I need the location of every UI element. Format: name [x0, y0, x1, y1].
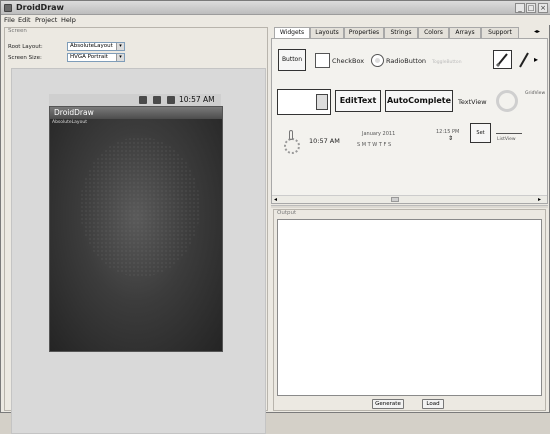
right-panel: Widgets Layouts Properties Strings Color… — [271, 27, 548, 411]
widget-edittext[interactable]: EditText — [335, 90, 381, 112]
screen-size-label: Screen Size: — [8, 55, 42, 61]
tab-bar: Widgets Layouts Properties Strings Color… — [271, 27, 548, 39]
screen-size-select[interactable]: HVGA Portrait ▾ — [67, 53, 125, 62]
widget-datepicker-month[interactable]: January 2011 — [362, 131, 395, 137]
thermometer-icon — [289, 130, 293, 140]
widget-radiobutton-circle[interactable] — [371, 54, 384, 67]
widget-set-button[interactable]: Set — [470, 123, 491, 143]
menu-file[interactable]: File — [4, 16, 15, 24]
tab-support[interactable]: Support — [481, 27, 519, 38]
tab-arrays[interactable]: Arrays — [449, 27, 481, 38]
battery-icon — [167, 96, 175, 104]
widget-digital-clock[interactable]: 10:57 AM — [309, 137, 340, 145]
scroll-right-icon[interactable]: ▸ — [538, 196, 541, 203]
device-app-title: DroidDraw — [50, 107, 222, 119]
device-clock: 10:57 AM — [179, 95, 215, 104]
output-group-title: Output — [277, 210, 297, 216]
widgets-palette: Button CheckBox RadioButton ToggleButton… — [271, 38, 548, 204]
spinner-arrow-icon — [316, 94, 328, 110]
splitter-handle[interactable] — [271, 205, 548, 208]
background-pattern — [80, 137, 200, 277]
menu-edit[interactable]: Edit — [18, 16, 31, 24]
title-bar: DroidDraw _ □ × — [1, 1, 550, 15]
widget-imagebutton[interactable] — [493, 50, 512, 69]
dropdown-arrow-icon[interactable]: ▸ — [534, 55, 538, 64]
menu-help[interactable]: Help — [61, 16, 76, 24]
tab-layouts[interactable]: Layouts — [310, 27, 344, 38]
signal-icon — [139, 96, 147, 104]
root-layout-select[interactable]: AbsoluteLayout ▾ — [67, 42, 125, 51]
screen-panel: Screen Root Layout: AbsoluteLayout ▾ Scr… — [4, 27, 268, 434]
timepicker-stepper-icon[interactable]: ⇕ — [448, 135, 453, 142]
chevron-down-icon: ▾ — [116, 54, 124, 61]
device-layout-label: AbsoluteLayout — [52, 120, 87, 125]
widget-gridview[interactable]: GridView — [525, 91, 545, 96]
window-title: DroidDraw — [16, 3, 64, 12]
menu-project[interactable]: Project — [35, 16, 57, 24]
app-icon — [4, 4, 12, 12]
minimize-button[interactable]: _ — [515, 3, 525, 13]
progress-bar-icon[interactable] — [496, 90, 518, 112]
close-button[interactable]: × — [538, 3, 548, 13]
listview-line — [496, 133, 522, 134]
load-button[interactable]: Load — [422, 399, 444, 409]
tab-strings[interactable]: Strings — [384, 27, 418, 38]
tab-colors[interactable]: Colors — [418, 27, 449, 38]
maximize-button[interactable]: □ — [526, 3, 536, 13]
widget-autocomplete[interactable]: AutoComplete — [385, 90, 453, 112]
droiddraw-window: DroidDraw _ □ × File Edit Project Help S… — [0, 0, 550, 434]
imageview-paintbrush-icon[interactable] — [518, 51, 530, 69]
widget-spinner[interactable] — [277, 89, 331, 115]
output-panel: Output Generate Load — [273, 209, 546, 411]
screen-group-title: Screen — [8, 28, 27, 34]
scroll-thumb[interactable] — [391, 197, 399, 202]
widget-checkbox-box[interactable] — [315, 53, 330, 68]
widget-toggle-label[interactable]: ToggleButton — [432, 60, 462, 65]
horizontal-scrollbar[interactable]: ◂ ▸ — [272, 195, 547, 203]
menu-bar: File Edit Project Help — [1, 15, 550, 25]
widget-checkbox-label[interactable]: CheckBox — [332, 57, 364, 65]
tab-properties[interactable]: Properties — [344, 27, 384, 38]
network-icon — [153, 96, 161, 104]
chevron-down-icon: ▾ — [116, 43, 124, 50]
loading-spinner-icon — [284, 138, 300, 154]
widget-button[interactable]: Button — [278, 49, 306, 71]
widget-textview[interactable]: TextView — [458, 98, 487, 106]
paintbrush-icon — [495, 53, 508, 68]
device-status-bar: 10:57 AM — [49, 94, 221, 106]
widget-radiobutton-label[interactable]: RadioButton — [386, 57, 426, 65]
tab-scroll-icon[interactable]: ◂▸ — [534, 28, 540, 35]
generate-button[interactable]: Generate — [372, 399, 404, 409]
device-screen[interactable]: DroidDraw AbsoluteLayout — [49, 106, 223, 352]
scroll-left-icon[interactable]: ◂ — [274, 196, 277, 203]
root-layout-label: Root Layout: — [8, 44, 43, 50]
widget-listview[interactable]: ListView — [497, 137, 516, 142]
widget-datepicker-days: S M T W T F S — [357, 142, 392, 148]
output-textarea[interactable] — [277, 219, 542, 396]
